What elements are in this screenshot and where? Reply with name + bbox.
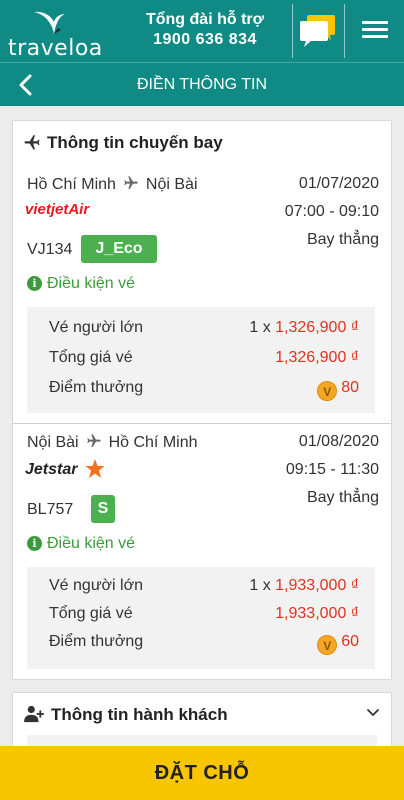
flight-time: 07:00 - 09:10 — [284, 203, 379, 220]
menu-button[interactable] — [350, 18, 400, 46]
logo-text: traveloa — [8, 36, 103, 61]
price-summary: Vé người lớn 1 x 1,326,900 ₫ Tổng giá vé… — [27, 307, 375, 413]
header-divider — [344, 4, 345, 58]
passenger-info-card[interactable]: Thông tin hành khách — [12, 692, 392, 752]
flight-stops: Bay thẳng — [306, 231, 379, 248]
price-summary: Vé người lớn 1 x 1,933,000 ₫ Tổng giá vé… — [27, 567, 375, 669]
adult-fare-amount: 1,326,900 ₫ — [275, 319, 359, 336]
header-divider — [292, 4, 293, 58]
hamburger-menu-icon — [362, 35, 388, 38]
fare-conditions-label[interactable]: Điều kiện vé — [47, 535, 135, 552]
book-button[interactable]: ĐẶT CHỖ — [0, 746, 404, 800]
sub-header: ĐIỀN THÔNG TIN — [0, 62, 404, 106]
route: Hồ Chí Minh Nội Bài — [27, 175, 198, 196]
top-bar: traveloa Tổng đài hỗ trợ 1900 636 834 — [0, 0, 404, 62]
fare-class-badge: S — [91, 495, 115, 523]
airplane-icon — [23, 133, 41, 156]
flight-number: VJ134 — [27, 241, 73, 258]
chat-button[interactable] — [297, 12, 339, 50]
flight-date: 01/08/2020 — [298, 433, 379, 450]
total-fare-value: 1,326,900 ₫ — [275, 349, 359, 366]
plane-icon — [85, 433, 103, 454]
route: Nội Bài Hồ Chí Minh — [27, 433, 198, 454]
chevron-down-icon — [367, 709, 379, 716]
vietjet-logo: vietjetAir — [25, 199, 103, 224]
fare-conditions-label[interactable]: Điều kiện vé — [47, 275, 135, 292]
expand-toggle[interactable] — [365, 705, 381, 726]
hotline-label: Tổng đài hỗ trợ — [145, 11, 265, 28]
reward-points-amount: 80 — [341, 379, 359, 396]
reward-points-value: V 80 — [317, 379, 359, 401]
fare-class-badge: J_Eco — [81, 235, 157, 263]
total-fare-label: Tổng giá vé — [49, 605, 133, 622]
passenger-info-title: Thông tin hành khách — [51, 705, 228, 724]
passenger-info-heading[interactable]: Thông tin hành khách — [23, 705, 228, 728]
hotline-number[interactable]: 1900 636 834 — [120, 30, 290, 50]
total-fare-label: Tổng giá vé — [49, 349, 133, 366]
airline-logo-text: Jetstar — [25, 461, 78, 478]
add-user-icon — [23, 705, 45, 728]
hamburger-menu-icon — [362, 28, 388, 31]
adult-fare-qty: 1 x — [249, 319, 271, 336]
adult-fare-amount: 1,933,000 ₫ — [275, 577, 359, 594]
destination: Nội Bài — [145, 176, 198, 193]
adult-fare-label: Vé người lớn — [49, 577, 143, 594]
hotline[interactable]: Tổng đài hỗ trợ 1900 636 834 — [120, 10, 290, 50]
reward-points-label: Điểm thưởng — [49, 379, 144, 396]
info-icon: i — [27, 276, 42, 291]
hamburger-menu-icon — [362, 21, 388, 24]
segment-divider — [13, 423, 391, 424]
coin-icon: V — [317, 381, 338, 401]
flight-info-heading: Thông tin chuyến bay — [23, 133, 223, 156]
coin-icon: V — [317, 635, 338, 655]
reward-points-label: Điểm thưởng — [49, 633, 144, 650]
plane-icon — [122, 175, 140, 196]
reward-points-amount: 60 — [341, 633, 359, 650]
chat-bubbles-icon — [300, 15, 335, 47]
flight-time: 09:15 - 11:30 — [285, 461, 379, 478]
origin: Nội Bài — [27, 434, 79, 451]
flight-number: BL757 — [27, 501, 74, 518]
adult-fare-value: 1 x 1,326,900 ₫ — [249, 319, 359, 337]
total-fare-value: 1,933,000 ₫ — [275, 605, 359, 622]
flight-stops: Bay thẳng — [306, 489, 379, 506]
info-icon: i — [27, 536, 42, 551]
reward-points-value: V 60 — [317, 633, 359, 655]
traveloka-logo[interactable]: traveloa — [6, 6, 102, 61]
adult-fare-qty: 1 x — [249, 577, 271, 594]
fare-conditions-link[interactable]: i Điều kiện vé — [27, 535, 135, 553]
fare-conditions-link[interactable]: i Điều kiện vé — [27, 275, 135, 293]
flight-info-card: Thông tin chuyến bay Hồ Chí Minh Nội Bài … — [12, 120, 392, 680]
bird-logo-icon — [34, 11, 65, 34]
adult-fare-value: 1 x 1,933,000 ₫ — [249, 577, 359, 595]
flight-info-title: Thông tin chuyến bay — [47, 133, 223, 152]
flight-date: 01/07/2020 — [298, 175, 379, 192]
destination: Hồ Chí Minh — [108, 434, 198, 451]
jetstar-logo: Jetstar — [25, 457, 105, 486]
airline-logo-text: vietjetAir — [25, 201, 90, 218]
origin: Hồ Chí Minh — [27, 176, 116, 193]
adult-fare-label: Vé người lớn — [49, 319, 143, 336]
page-title: ĐIỀN THÔNG TIN — [136, 76, 268, 93]
